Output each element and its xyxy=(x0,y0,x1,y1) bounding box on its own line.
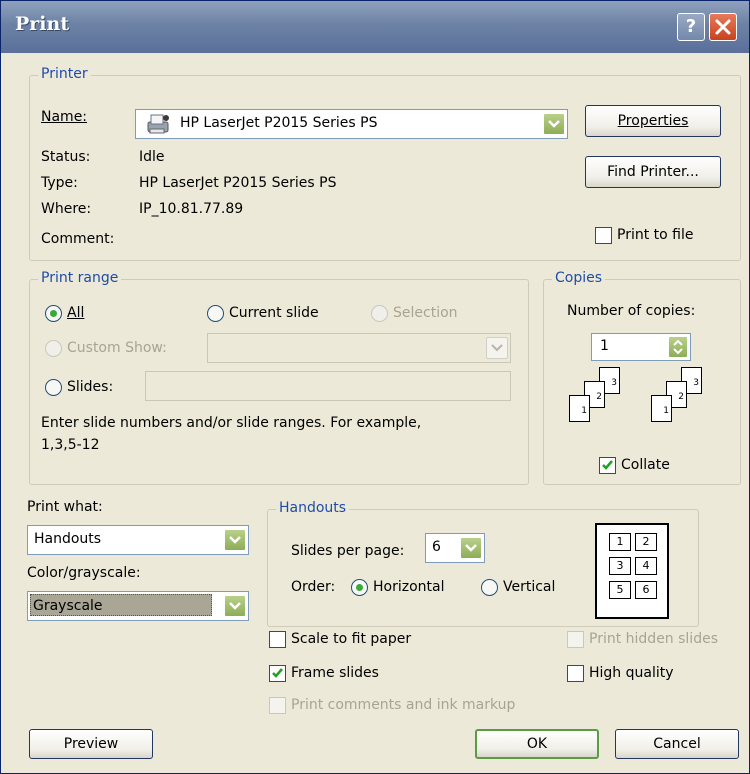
print-to-file-checkbox[interactable] xyxy=(595,227,612,244)
printer-name-value: HP LaserJet P2015 Series PS xyxy=(180,115,378,131)
order-label: Order: xyxy=(291,579,336,595)
custom-show-label: Custom Show: xyxy=(67,340,167,356)
high-quality-label: High quality xyxy=(589,665,674,681)
spinner-arrows-icon xyxy=(673,339,683,355)
find-printer-button[interactable]: Find Printer... xyxy=(585,156,721,188)
print-hidden-checkbox[interactable] xyxy=(567,631,584,648)
handouts-legend: Handouts xyxy=(276,500,350,516)
vertical-label: Vertical xyxy=(503,579,556,595)
all-radio[interactable] xyxy=(45,305,62,322)
status-value: Idle xyxy=(139,149,165,165)
close-icon xyxy=(715,19,731,35)
print-what-select[interactable]: Handouts xyxy=(27,525,249,555)
collate-label: Collate xyxy=(621,457,670,473)
handout-slide: 4 xyxy=(635,557,657,575)
slides-per-page-dropdown-arrow[interactable] xyxy=(460,537,482,559)
high-quality-checkbox[interactable] xyxy=(567,665,584,682)
slides-radio[interactable] xyxy=(45,379,62,396)
custom-show-select[interactable] xyxy=(207,333,511,363)
close-button[interactable] xyxy=(709,13,737,41)
slides-help-line1: Enter slide numbers and/or slide ranges.… xyxy=(41,415,422,431)
type-label: Type: xyxy=(41,175,78,191)
selection-label: Selection xyxy=(393,305,458,321)
handout-slide: 3 xyxy=(609,557,631,575)
dialog-title: Print xyxy=(15,13,70,35)
horizontal-radio[interactable] xyxy=(351,579,368,596)
collate-page: 1 xyxy=(651,395,672,422)
slides-help-line2: 1,3,5-12 xyxy=(41,437,100,453)
horizontal-label: Horizontal xyxy=(373,579,445,595)
preview-button[interactable]: Preview xyxy=(29,729,153,759)
slides-per-page-select[interactable]: 6 xyxy=(425,533,485,563)
print-to-file-label: Print to file xyxy=(617,227,694,243)
current-slide-radio[interactable] xyxy=(207,305,224,322)
print-dialog: Print ? Printer Name: HP LaserJet P2015 … xyxy=(0,0,750,774)
print-range-legend: Print range xyxy=(38,270,122,286)
where-label: Where: xyxy=(41,201,92,217)
color-grayscale-select[interactable]: Grayscale xyxy=(27,591,249,621)
printer-legend: Printer xyxy=(38,66,91,82)
handout-slide: 5 xyxy=(609,581,631,599)
properties-button[interactable]: Properties xyxy=(585,105,721,137)
print-comments-label: Print comments and ink markup xyxy=(291,697,516,713)
current-slide-label: Current slide xyxy=(229,305,319,321)
handout-preview: 1 2 3 4 5 6 xyxy=(595,523,669,619)
printer-icon xyxy=(147,114,169,134)
copies-spinner[interactable]: 1 xyxy=(591,333,691,361)
comment-label: Comment: xyxy=(41,231,115,247)
question-icon: ? xyxy=(685,16,697,37)
where-value: IP_10.81.77.89 xyxy=(139,201,244,217)
checkmark-icon xyxy=(602,460,613,470)
type-value: HP LaserJet P2015 Series PS xyxy=(139,175,337,191)
printer-dropdown-arrow[interactable] xyxy=(543,113,565,135)
printer-name-select[interactable]: HP LaserJet P2015 Series PS xyxy=(135,109,568,139)
selection-radio[interactable] xyxy=(371,305,388,322)
handout-slide: 1 xyxy=(609,533,631,551)
slides-label: Slides: xyxy=(67,379,114,395)
all-label: All xyxy=(67,305,85,321)
chevron-down-icon xyxy=(465,544,477,552)
print-hidden-label: Print hidden slides xyxy=(589,631,718,647)
handout-slide: 6 xyxy=(635,581,657,599)
scale-to-fit-label: Scale to fit paper xyxy=(291,631,412,647)
frame-slides-checkbox[interactable] xyxy=(269,665,286,682)
print-what-dropdown-arrow[interactable] xyxy=(224,529,246,551)
status-label: Status: xyxy=(41,149,91,165)
slides-per-page-value: 6 xyxy=(432,539,441,555)
custom-show-radio[interactable] xyxy=(45,340,62,357)
slides-per-page-label: Slides per page: xyxy=(291,543,405,559)
frame-slides-label: Frame slides xyxy=(291,665,379,681)
color-grayscale-label: Color/grayscale: xyxy=(27,565,141,581)
checkmark-icon xyxy=(272,668,283,678)
copies-spin-buttons[interactable] xyxy=(668,336,688,358)
title-bar[interactable]: Print ? xyxy=(1,1,749,53)
help-button[interactable]: ? xyxy=(677,13,705,41)
collate-checkbox[interactable] xyxy=(599,457,616,474)
chevron-down-icon xyxy=(548,120,560,128)
chevron-down-icon xyxy=(229,602,241,610)
collate-illustration: 3 2 1 3 2 1 xyxy=(569,365,719,441)
ok-button[interactable]: OK xyxy=(475,729,599,759)
color-grayscale-value: Grayscale xyxy=(30,594,212,616)
name-label: Name: xyxy=(41,109,88,125)
copies-value: 1 xyxy=(600,338,609,354)
scale-to-fit-checkbox[interactable] xyxy=(269,631,286,648)
chevron-down-icon xyxy=(229,536,241,544)
slides-input[interactable] xyxy=(145,371,511,401)
handout-slide: 2 xyxy=(635,533,657,551)
number-of-copies-label: Number of copies: xyxy=(567,303,696,319)
chevron-down-icon xyxy=(491,344,503,352)
vertical-radio[interactable] xyxy=(481,579,498,596)
dialog-body: Printer Name: HP LaserJet P2015 Series P… xyxy=(1,53,749,773)
cancel-button[interactable]: Cancel xyxy=(615,729,739,759)
copies-legend: Copies xyxy=(552,270,606,286)
print-what-value: Handouts xyxy=(34,531,102,547)
color-dropdown-arrow[interactable] xyxy=(224,595,246,617)
print-what-label: Print what: xyxy=(27,499,103,515)
collate-page: 1 xyxy=(569,395,590,422)
print-comments-checkbox[interactable] xyxy=(269,697,286,714)
custom-show-dropdown-arrow[interactable] xyxy=(486,337,508,359)
